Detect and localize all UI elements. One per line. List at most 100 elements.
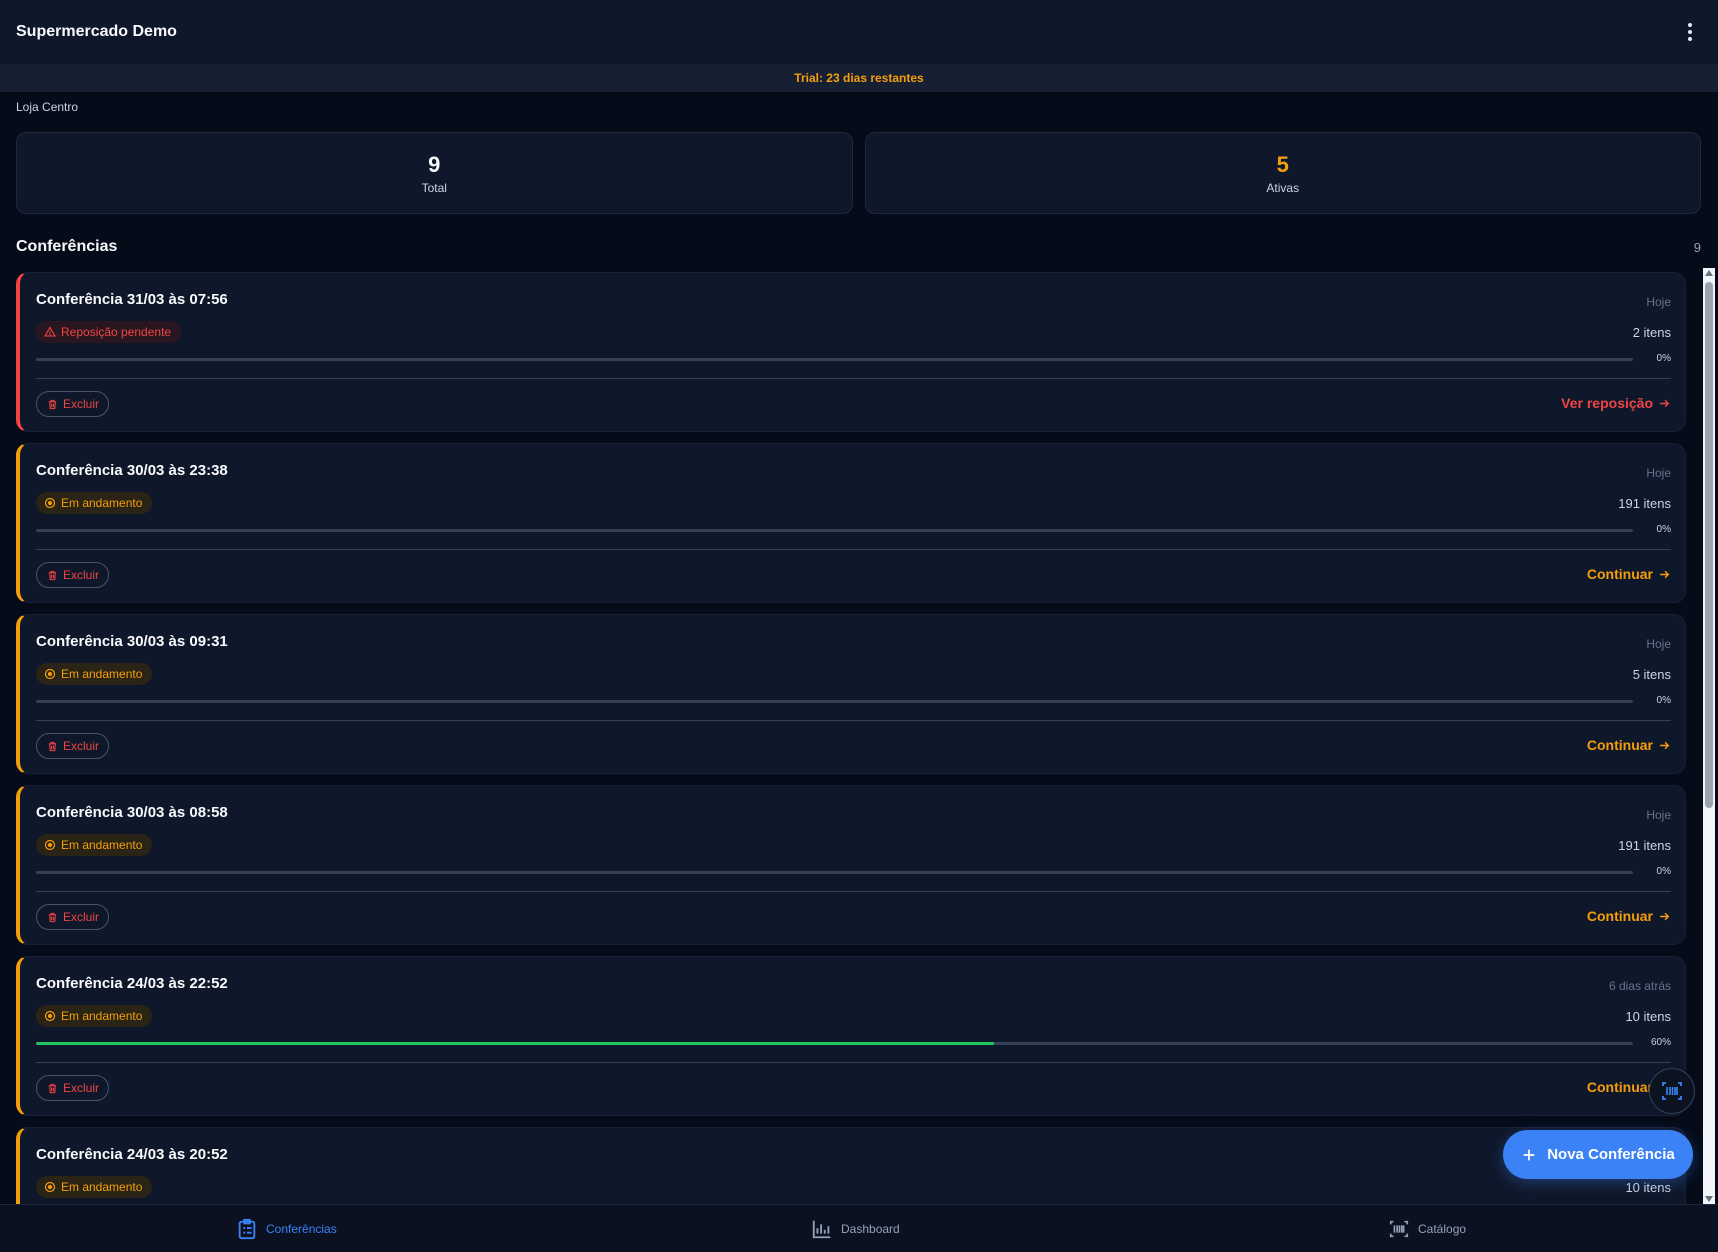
conference-card[interactable]: Conferência 30/03 às 08:58 Hoje Em andam… bbox=[16, 785, 1686, 945]
action-label: Ver reposição bbox=[1561, 395, 1653, 411]
card-title: Conferência 31/03 às 07:56 bbox=[36, 291, 228, 308]
delete-label: Excluir bbox=[63, 568, 100, 582]
status-label: Em andamento bbox=[61, 1180, 143, 1194]
items-count: 2 itens bbox=[1632, 325, 1671, 340]
nav-item-dashboard[interactable]: Dashboard bbox=[811, 1205, 900, 1252]
action-label: Continuar bbox=[1586, 908, 1653, 924]
progress-percent: 0% bbox=[1656, 353, 1671, 364]
scrollbar[interactable] bbox=[1703, 268, 1715, 1204]
status-badge: Em andamento bbox=[36, 492, 153, 514]
clock-circle-icon bbox=[44, 1010, 56, 1022]
arrow-right-icon bbox=[1660, 399, 1670, 407]
delete-button[interactable]: Excluir bbox=[36, 562, 110, 588]
stat-card-active: 5 Ativas bbox=[864, 132, 1701, 214]
nav-item-conferencias[interactable]: Conferências bbox=[236, 1205, 337, 1252]
top-app-bar: Supermercado Demo bbox=[0, 0, 1718, 64]
divider bbox=[36, 891, 1671, 892]
card-date: Hoje bbox=[1646, 637, 1671, 651]
stat-card-total: 9 Total bbox=[16, 132, 853, 214]
status-badge: Em andamento bbox=[36, 663, 153, 685]
action-label: Continuar bbox=[1586, 1079, 1653, 1095]
continue-link[interactable]: Continuar bbox=[1587, 908, 1671, 924]
status-badge: Em andamento bbox=[36, 1176, 153, 1198]
more-vertical-icon[interactable] bbox=[1678, 16, 1702, 48]
arrow-right-icon bbox=[1660, 741, 1670, 749]
store-name: Loja Centro bbox=[16, 100, 79, 114]
card-title: Conferência 30/03 às 09:31 bbox=[36, 633, 228, 650]
status-label: Em andamento bbox=[61, 667, 143, 681]
card-date: 6 dias atrás bbox=[1608, 979, 1671, 993]
section-header: Conferências 9 bbox=[16, 238, 1701, 256]
items-count: 191 itens bbox=[1618, 496, 1671, 511]
continue-link[interactable]: Continuar bbox=[1587, 737, 1671, 753]
conference-card[interactable]: Conferência 31/03 às 07:56 Hoje Reposiçã… bbox=[16, 272, 1686, 432]
trial-banner: Trial: 23 dias restantes bbox=[0, 64, 1718, 92]
clock-circle-icon bbox=[44, 1181, 56, 1193]
status-badge: Reposição pendente bbox=[36, 321, 182, 343]
divider bbox=[36, 720, 1671, 721]
delete-button[interactable]: Excluir bbox=[36, 391, 110, 417]
conference-card[interactable]: Conferência 24/03 às 20:52 Em andamento … bbox=[16, 1127, 1686, 1204]
fab-label: Nova Conferência bbox=[1547, 1146, 1675, 1163]
scan-button[interactable] bbox=[1649, 1068, 1695, 1114]
nav-label: Conferências bbox=[266, 1222, 337, 1236]
nav-item-catalogo[interactable]: Catálogo bbox=[1388, 1205, 1466, 1252]
conference-card[interactable]: Conferência 30/03 às 09:31 Hoje Em andam… bbox=[16, 614, 1686, 774]
delete-button[interactable]: Excluir bbox=[36, 1075, 110, 1101]
stat-active-value: 5 bbox=[1276, 152, 1289, 177]
delete-label: Excluir bbox=[63, 739, 100, 753]
action-label: Continuar bbox=[1586, 737, 1653, 753]
delete-button[interactable]: Excluir bbox=[36, 733, 110, 759]
divider bbox=[36, 549, 1671, 550]
status-badge: Em andamento bbox=[36, 834, 153, 856]
status-badge: Em andamento bbox=[36, 1005, 153, 1027]
progress-percent: 0% bbox=[1656, 524, 1671, 535]
progress-bar bbox=[36, 700, 1633, 703]
continue-link[interactable]: Continuar bbox=[1587, 566, 1671, 582]
card-title: Conferência 30/03 às 23:38 bbox=[36, 462, 228, 479]
status-label: Em andamento bbox=[61, 1009, 143, 1023]
conference-card[interactable]: Conferência 30/03 às 23:38 Hoje Em andam… bbox=[16, 443, 1686, 603]
conference-list[interactable]: Conferência 31/03 às 07:56 Hoje Reposiçã… bbox=[16, 272, 1686, 1204]
status-label: Em andamento bbox=[61, 496, 143, 510]
barcode-icon bbox=[1389, 1220, 1409, 1238]
card-date: Hoje bbox=[1646, 466, 1671, 480]
stats-row: 9 Total 5 Ativas bbox=[16, 132, 1701, 214]
delete-label: Excluir bbox=[63, 397, 100, 411]
trash-icon bbox=[48, 570, 57, 580]
stat-total-value: 9 bbox=[428, 152, 441, 177]
section-title: Conferências bbox=[16, 238, 118, 255]
delete-label: Excluir bbox=[63, 910, 100, 924]
nav-label: Catálogo bbox=[1418, 1222, 1467, 1236]
progress-bar bbox=[36, 529, 1633, 532]
progress-bar bbox=[36, 358, 1633, 361]
clock-circle-icon bbox=[44, 839, 56, 851]
scroll-thumb[interactable] bbox=[1705, 282, 1713, 808]
card-date: Hoje bbox=[1646, 295, 1671, 309]
action-label: Continuar bbox=[1586, 566, 1653, 582]
items-count: 191 itens bbox=[1618, 838, 1671, 853]
progress-percent: 0% bbox=[1656, 866, 1671, 877]
trash-icon bbox=[48, 399, 57, 409]
plus-icon bbox=[1523, 1149, 1535, 1160]
clock-circle-icon bbox=[44, 497, 56, 509]
app-title: Supermercado Demo bbox=[16, 23, 177, 40]
delete-button[interactable]: Excluir bbox=[36, 904, 110, 930]
view-restock-link[interactable]: Ver reposição bbox=[1561, 395, 1671, 411]
card-title: Conferência 24/03 às 20:52 bbox=[36, 1146, 228, 1163]
conference-card[interactable]: Conferência 24/03 às 22:52 6 dias atrás … bbox=[16, 956, 1686, 1116]
clipboard-list-icon bbox=[238, 1218, 256, 1240]
progress-bar bbox=[36, 1042, 1633, 1045]
stat-active-label: Ativas bbox=[1266, 181, 1300, 195]
progress-bar bbox=[36, 871, 1633, 874]
card-date: Hoje bbox=[1646, 808, 1671, 822]
items-count: 5 itens bbox=[1632, 667, 1671, 682]
trash-icon bbox=[48, 741, 57, 751]
items-count: 10 itens bbox=[1625, 1009, 1671, 1024]
new-conference-button[interactable]: Nova Conferência bbox=[1503, 1130, 1693, 1179]
scroll-up-icon[interactable] bbox=[1705, 270, 1713, 276]
scroll-down-icon[interactable] bbox=[1705, 1196, 1713, 1202]
delete-label: Excluir bbox=[63, 1081, 100, 1095]
progress-percent: 60% bbox=[1650, 1037, 1671, 1048]
alert-triangle-icon bbox=[44, 326, 56, 337]
